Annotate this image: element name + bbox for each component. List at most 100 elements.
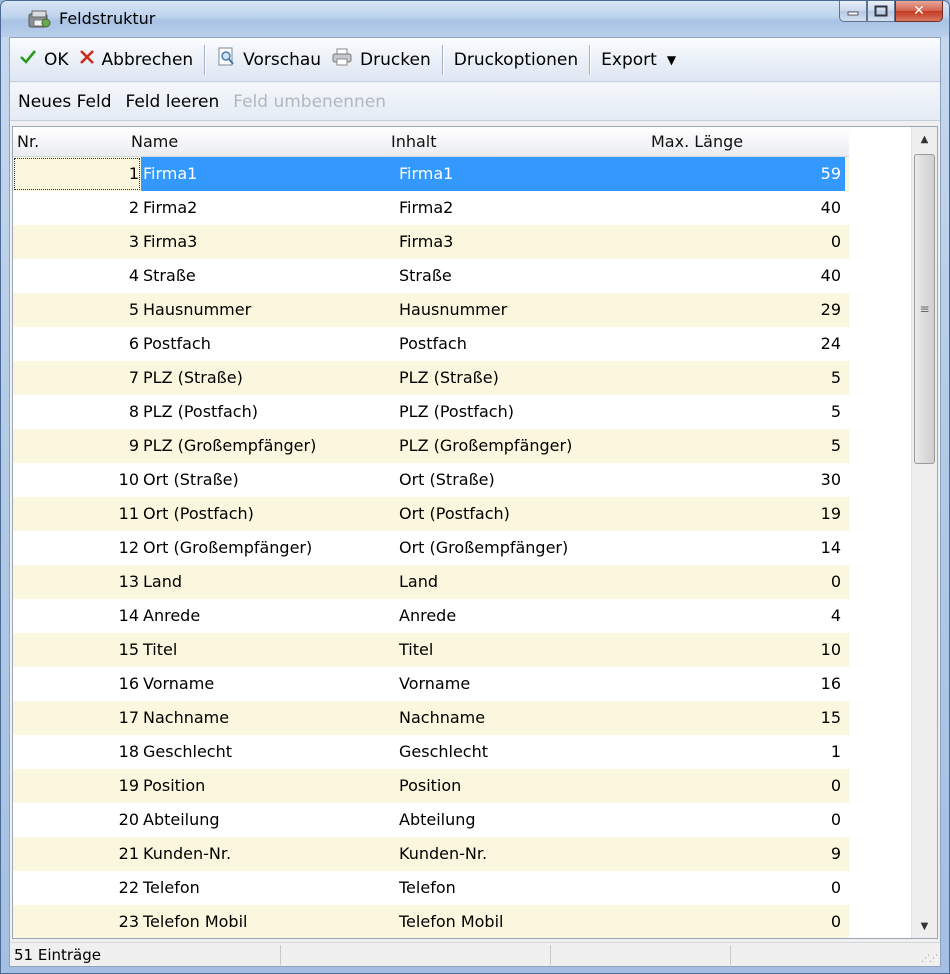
cell-len[interactable]: 0 xyxy=(661,769,845,803)
cell-name[interactable]: Geschlecht xyxy=(141,735,397,769)
cell-nr[interactable]: 12 xyxy=(13,531,141,565)
cell-name[interactable]: Telefon Mobil xyxy=(141,905,397,938)
cell-nr[interactable]: 5 xyxy=(13,293,141,327)
ok-button[interactable]: OK xyxy=(14,43,74,77)
cell-nr[interactable]: 2 xyxy=(13,191,141,225)
cell-inhalt[interactable]: PLZ (Postfach) xyxy=(397,395,661,429)
minimize-button[interactable] xyxy=(839,1,867,22)
cell-inhalt[interactable]: Land xyxy=(397,565,661,599)
table-row[interactable]: 20 Abteilung Abteilung 0 xyxy=(13,803,849,837)
table-row[interactable]: 13 Land Land 0 xyxy=(13,565,849,599)
cell-name[interactable]: Anrede xyxy=(141,599,397,633)
cell-len[interactable]: 16 xyxy=(661,667,845,701)
cell-inhalt[interactable]: Vorname xyxy=(397,667,661,701)
cell-len[interactable]: 5 xyxy=(661,429,845,463)
cell-name[interactable]: Straße xyxy=(141,259,397,293)
cell-nr[interactable]: 20 xyxy=(13,803,141,837)
cell-inhalt[interactable]: Titel xyxy=(397,633,661,667)
cell-name[interactable]: Telefon xyxy=(141,871,397,905)
table-row[interactable]: 2 Firma2 Firma2 40 xyxy=(13,191,849,225)
cell-name[interactable]: Hausnummer xyxy=(141,293,397,327)
cell-len[interactable]: 15 xyxy=(661,701,845,735)
cell-name[interactable]: Ort (Großempfänger) xyxy=(141,531,397,565)
resize-grip-icon[interactable]: ⋰⋰ xyxy=(921,954,938,964)
export-dropdown[interactable]: Export ▼ xyxy=(596,43,681,77)
cell-inhalt[interactable]: PLZ (Straße) xyxy=(397,361,661,395)
cell-name[interactable]: Vorname xyxy=(141,667,397,701)
cell-len[interactable]: 0 xyxy=(661,565,845,599)
cell-nr[interactable]: 13 xyxy=(13,565,141,599)
cell-inhalt[interactable]: Telefon Mobil xyxy=(397,905,661,938)
cell-nr[interactable]: 1 xyxy=(13,157,141,191)
table-row[interactable]: 15 Titel Titel 10 xyxy=(13,633,849,667)
table-row[interactable]: 3 Firma3 Firma3 0 xyxy=(13,225,849,259)
cell-nr[interactable]: 10 xyxy=(13,463,141,497)
cell-nr[interactable]: 19 xyxy=(13,769,141,803)
cell-len[interactable]: 19 xyxy=(661,497,845,531)
column-header-nr[interactable]: Nr. xyxy=(17,132,39,151)
cell-name[interactable]: Nachname xyxy=(141,701,397,735)
cell-len[interactable]: 29 xyxy=(661,293,845,327)
cell-inhalt[interactable]: Geschlecht xyxy=(397,735,661,769)
cell-name[interactable]: PLZ (Straße) xyxy=(141,361,397,395)
cell-len[interactable]: 0 xyxy=(661,225,845,259)
cancel-button[interactable]: Abbrechen xyxy=(74,43,199,77)
cell-name[interactable]: Ort (Straße) xyxy=(141,463,397,497)
cell-inhalt[interactable]: Telefon xyxy=(397,871,661,905)
cell-nr[interactable]: 9 xyxy=(13,429,141,463)
cell-len[interactable]: 40 xyxy=(661,259,845,293)
table-row[interactable]: 12 Ort (Großempfänger) Ort (Großempfänger)… xyxy=(13,531,849,565)
cell-len[interactable]: 5 xyxy=(661,361,845,395)
table-row[interactable]: 7 PLZ (Straße) PLZ (Straße) 5 xyxy=(13,361,849,395)
table-row[interactable]: 23 Telefon Mobil Telefon Mobil 0 xyxy=(13,905,849,938)
cell-inhalt[interactable]: Abteilung xyxy=(397,803,661,837)
cell-nr[interactable]: 7 xyxy=(13,361,141,395)
cell-nr[interactable]: 14 xyxy=(13,599,141,633)
cell-name[interactable]: Postfach xyxy=(141,327,397,361)
cell-inhalt[interactable]: Postfach xyxy=(397,327,661,361)
preview-button[interactable]: Vorschau xyxy=(211,43,326,77)
cell-inhalt[interactable]: Ort (Straße) xyxy=(397,463,661,497)
cell-len[interactable]: 4 xyxy=(661,599,845,633)
vertical-scrollbar[interactable]: ▲ ≡ ▼ xyxy=(911,127,937,938)
cell-inhalt[interactable]: Position xyxy=(397,769,661,803)
cell-inhalt[interactable]: Kunden-Nr. xyxy=(397,837,661,871)
table-row[interactable]: 8 PLZ (Postfach) PLZ (Postfach) 5 xyxy=(13,395,849,429)
table-row[interactable]: 1 Firma1 Firma1 59 xyxy=(13,157,849,191)
cell-name[interactable]: Land xyxy=(141,565,397,599)
table-row[interactable]: 22 Telefon Telefon 0 xyxy=(13,871,849,905)
cell-name[interactable]: Firma3 xyxy=(141,225,397,259)
table-row[interactable]: 9 PLZ (Großempfänger) PLZ (Großempfänger) 5 xyxy=(13,429,849,463)
cell-nr[interactable]: 3 xyxy=(13,225,141,259)
cell-inhalt[interactable]: Ort (Postfach) xyxy=(397,497,661,531)
cell-name[interactable]: Titel xyxy=(141,633,397,667)
cell-nr[interactable]: 22 xyxy=(13,871,141,905)
column-header-inhalt[interactable]: Inhalt xyxy=(391,132,437,151)
cell-name[interactable]: Firma1 xyxy=(141,157,397,191)
table-row[interactable]: 14 Anrede Anrede 4 xyxy=(13,599,849,633)
scroll-up-arrow-icon[interactable]: ▲ xyxy=(912,127,937,151)
cell-name[interactable]: Kunden-Nr. xyxy=(141,837,397,871)
cell-nr[interactable]: 16 xyxy=(13,667,141,701)
cell-inhalt[interactable]: Hausnummer xyxy=(397,293,661,327)
table-row[interactable]: 17 Nachname Nachname 15 xyxy=(13,701,849,735)
table-row[interactable]: 10 Ort (Straße) Ort (Straße) 30 xyxy=(13,463,849,497)
cell-inhalt[interactable]: Firma3 xyxy=(397,225,661,259)
cell-name[interactable]: Ort (Postfach) xyxy=(141,497,397,531)
cell-len[interactable]: 1 xyxy=(661,735,845,769)
cell-len[interactable]: 14 xyxy=(661,531,845,565)
rename-field-button[interactable]: Feld umbenennen xyxy=(233,92,386,112)
cell-len[interactable]: 40 xyxy=(661,191,845,225)
column-header-name[interactable]: Name xyxy=(131,132,178,151)
scrollbar-thumb[interactable]: ≡ xyxy=(914,154,935,464)
table-row[interactable]: 11 Ort (Postfach) Ort (Postfach) 19 xyxy=(13,497,849,531)
cell-len[interactable]: 30 xyxy=(661,463,845,497)
title-bar[interactable]: Feldstruktur ✕ xyxy=(1,1,949,37)
cell-nr[interactable]: 6 xyxy=(13,327,141,361)
cell-len[interactable]: 24 xyxy=(661,327,845,361)
table-row[interactable]: 18 Geschlecht Geschlecht 1 xyxy=(13,735,849,769)
maximize-button[interactable] xyxy=(867,1,895,22)
table-row[interactable]: 5 Hausnummer Hausnummer 29 xyxy=(13,293,849,327)
scroll-down-arrow-icon[interactable]: ▼ xyxy=(912,914,937,938)
cell-nr[interactable]: 8 xyxy=(13,395,141,429)
